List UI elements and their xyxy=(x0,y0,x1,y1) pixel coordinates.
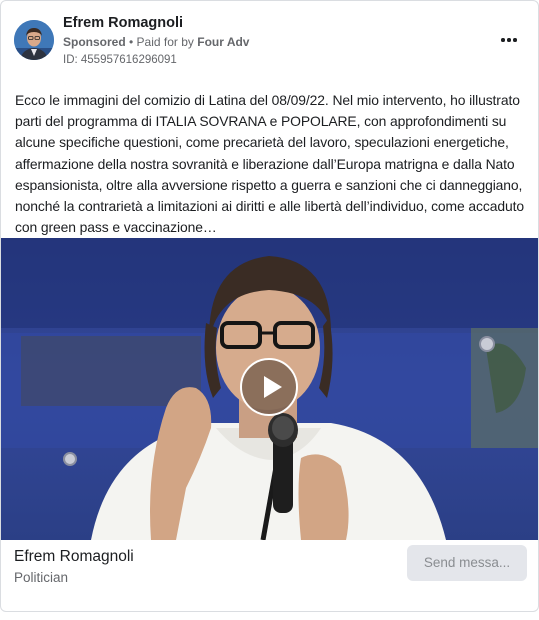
more-horizontal-icon-dot xyxy=(513,38,517,42)
avatar-image xyxy=(14,20,54,60)
page-name[interactable]: Efrem Romagnoli xyxy=(63,15,183,31)
ad-footer: Efrem Romagnoli Politician Send messa... xyxy=(1,540,538,611)
sponsored-line: Sponsored • Paid for by Four Adv xyxy=(63,35,249,49)
ad-card: Efrem Romagnoli Sponsored • Paid for by … xyxy=(0,0,539,612)
ad-header: Efrem Romagnoli Sponsored • Paid for by … xyxy=(1,1,538,81)
footer-category: Politician xyxy=(14,570,69,585)
avatar[interactable] xyxy=(14,20,54,60)
more-options-button[interactable] xyxy=(498,29,522,49)
more-horizontal-icon-dot xyxy=(507,38,511,42)
more-horizontal-icon xyxy=(501,38,505,42)
ad-id: ID: 455957616296091 xyxy=(63,54,177,66)
play-button[interactable] xyxy=(240,358,298,416)
sponsored-label: Sponsored xyxy=(63,35,126,49)
footer-page-name[interactable]: Efrem Romagnoli xyxy=(14,548,134,566)
payer-name: Four Adv xyxy=(197,35,250,49)
paid-for-label: • Paid for by xyxy=(129,35,194,49)
send-message-button[interactable]: Send messa... xyxy=(407,545,527,581)
ad-body-text: Ecco le immagini del comizio di Latina d… xyxy=(15,92,524,236)
